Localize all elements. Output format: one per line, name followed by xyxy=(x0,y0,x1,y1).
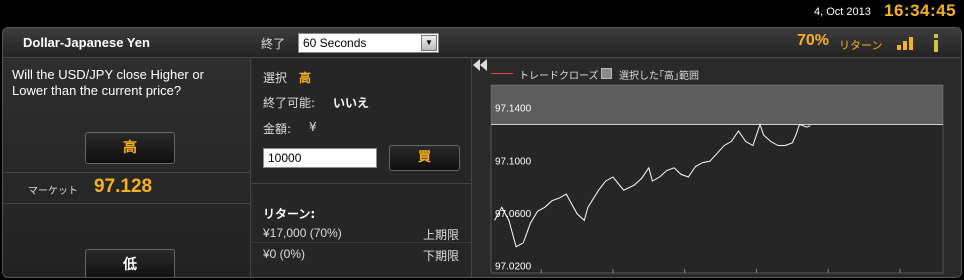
current-time: 16:34:45 xyxy=(884,1,957,20)
trading-widget: Dollar-Japanese Yen 終了 60 Seconds ▼ 70% … xyxy=(2,27,962,278)
payout-upper-value: ¥17,000 (70%) xyxy=(263,226,342,240)
buy-button[interactable]: 買 xyxy=(389,145,460,171)
expiry-select-value: 60 Seconds xyxy=(303,36,367,50)
amount-input[interactable]: 10000 xyxy=(263,148,377,168)
y-tick-label: 97.1000 xyxy=(495,156,532,167)
top-bar: 4, Oct 2013 16:34:45 xyxy=(0,0,964,26)
price-chart-panel: トレードクローズ 選択した｢高｣範囲 97.1400 97.1000 97.0600… xyxy=(473,59,961,278)
price-chart[interactable]: 97.140097.100097.060097.020016:2716:2916… xyxy=(473,59,961,278)
payout-lower-value: ¥0 (0%) xyxy=(263,247,306,261)
market-label: マーケット xyxy=(28,186,78,197)
selected-range-band xyxy=(491,85,943,125)
y-tick-label: 97.1400 xyxy=(495,104,532,115)
currency-pair-title: Dollar-Japanese Yen xyxy=(23,35,150,50)
market-price-row: マーケット 97.128 xyxy=(3,172,250,204)
signal-bars-icon[interactable] xyxy=(896,36,914,50)
order-panel: 選択 高 終了可能: いいえ 金額: ¥ 10000 買 リターン: ¥17,0… xyxy=(252,59,472,277)
divider xyxy=(252,183,471,184)
closable-value: いいえ xyxy=(333,96,370,110)
prediction-question: Will the USD/JPY close Higher or Lower t… xyxy=(12,67,204,98)
expiry-label: 終了 xyxy=(261,37,286,51)
low-button[interactable]: 低 xyxy=(85,249,175,277)
selection-label: 選択 xyxy=(263,71,288,85)
high-button[interactable]: 高 xyxy=(85,132,175,164)
amount-label: 金額: xyxy=(263,122,292,136)
payout-upper-label: 上期限 xyxy=(422,228,459,242)
expiry-select[interactable]: 60 Seconds ▼ xyxy=(298,33,439,53)
y-tick-label: 97.0200 xyxy=(495,261,532,272)
selection-value: 高 xyxy=(299,71,312,85)
current-date: 4, Oct 2013 xyxy=(814,6,871,18)
return-label: リターン xyxy=(839,39,883,52)
payout-row-upper: ¥17,000 (70%) 上期限 xyxy=(252,223,471,243)
widget-header: Dollar-Japanese Yen 終了 60 Seconds ▼ 70% … xyxy=(3,28,961,58)
payout-lower-label: 下期限 xyxy=(422,249,459,263)
direction-panel: Will the USD/JPY close Higher or Lower t… xyxy=(3,59,251,277)
market-price: 97.128 xyxy=(94,176,153,197)
amount-currency: ¥ xyxy=(309,120,317,134)
return-percentage: 70% xyxy=(797,32,830,49)
closable-label: 終了可能: xyxy=(263,96,316,110)
info-icon[interactable] xyxy=(931,33,941,53)
payout-row-lower: ¥0 (0%) 下期限 xyxy=(252,244,471,264)
chevron-down-icon[interactable]: ▼ xyxy=(421,35,437,51)
returns-title: リターン: xyxy=(263,207,316,221)
